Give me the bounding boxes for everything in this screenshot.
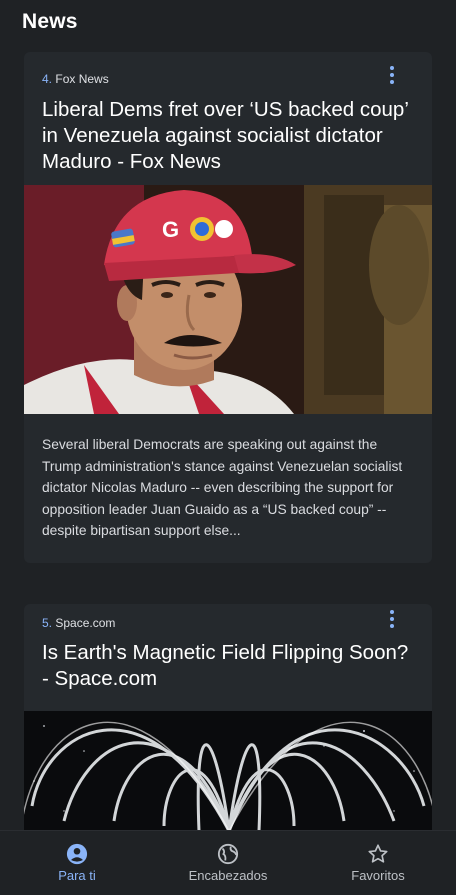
article-headline[interactable]: Is Earth's Magnetic Field Flipping Soon?… [42,640,412,692]
nav-item-favoritos[interactable]: Favoritos [302,831,454,895]
article-headline[interactable]: Liberal Dems fret over ‘US backed coup’ … [42,97,412,175]
nav-item-encabezados[interactable]: Encabezados [152,831,304,895]
news-feed[interactable]: 4. Fox News Liberal Dems fret over ‘US b… [0,44,456,830]
article-source-name: Space.com [55,616,116,630]
article-snippet: Several liberal Democrats are speaking o… [42,437,403,538]
man-red-cap-photo: G [24,185,432,414]
article-card[interactable]: 5. Space.com Is Earth's Magnetic Field F… [24,604,432,830]
star-outline-icon [368,844,388,863]
nav-label: Favoritos [351,868,405,883]
article-image[interactable]: G [24,185,432,414]
article-card[interactable]: 4. Fox News Liberal Dems fret over ‘US b… [24,52,432,563]
magnetic-field-lines-illustration [24,711,432,830]
article-source: 5. Space.com [42,616,115,630]
nav-label: Encabezados [188,868,268,883]
app-header: News [0,0,456,44]
app-title: News [22,10,78,33]
more-options-icon[interactable] [386,66,398,88]
article-source-name: Fox News [55,72,109,86]
article-rank: 5. [42,616,53,630]
cap-letter: G [162,217,179,242]
bottom-navigation: Para ti Encabezados Favoritos [0,830,456,895]
article-rank: 4. [42,72,53,86]
article-image[interactable] [24,711,432,830]
nav-label: Para ti [58,868,96,883]
more-options-icon[interactable] [386,610,398,632]
article-source: 4. Fox News [42,72,109,86]
nav-item-para-ti[interactable]: Para ti [1,831,153,895]
globe-icon [217,843,239,865]
person-circle-icon [66,843,88,865]
